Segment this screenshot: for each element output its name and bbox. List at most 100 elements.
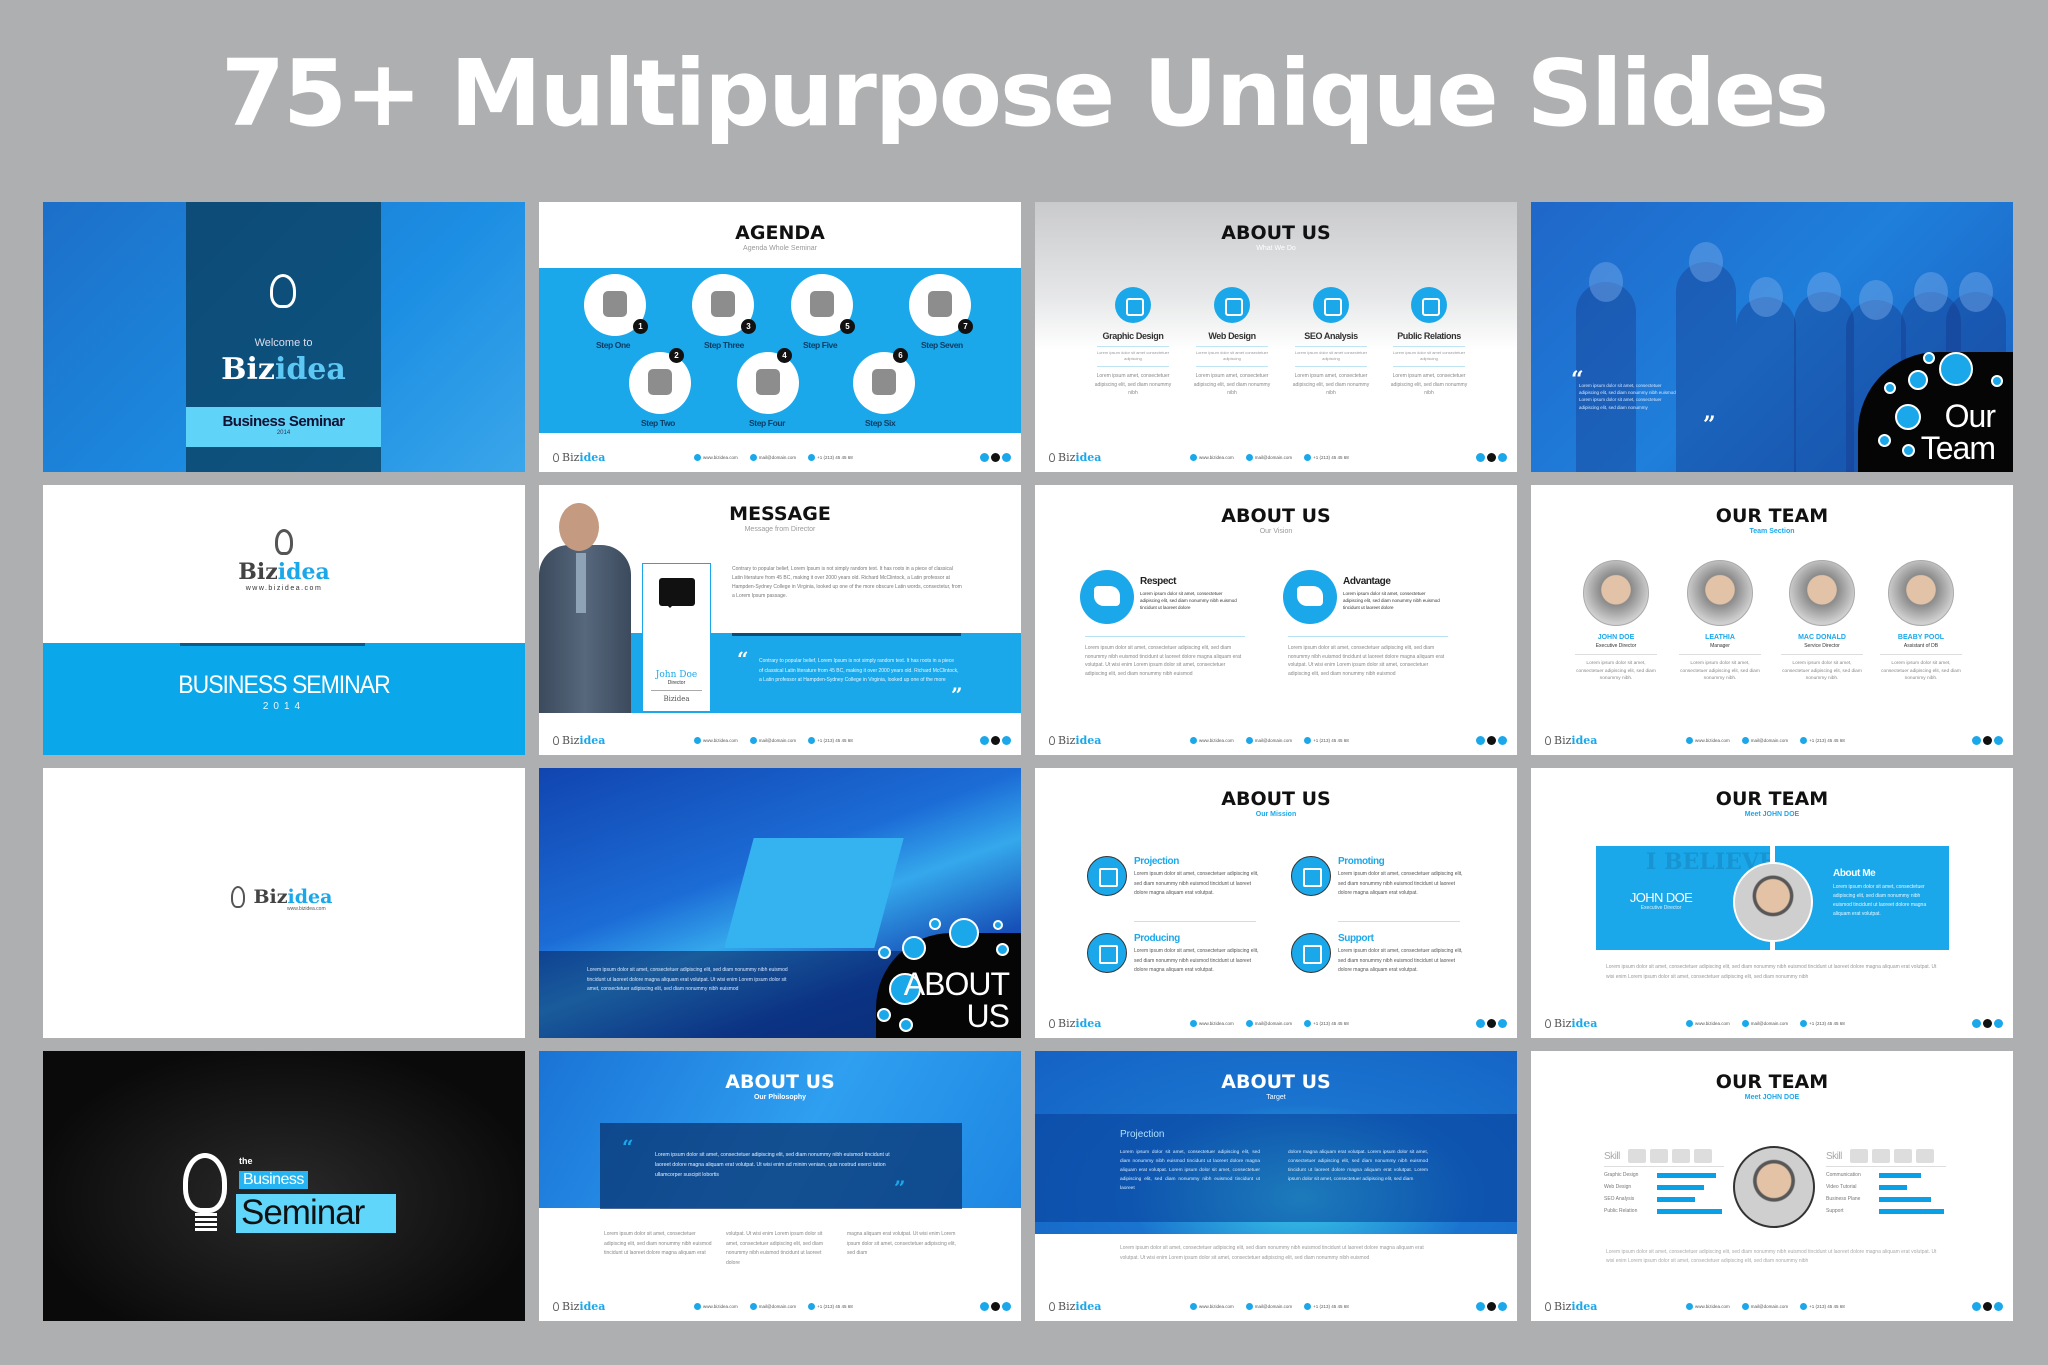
linkedin-icon[interactable] [1983, 1302, 1992, 1311]
slide-title: OUR TEAM [1715, 788, 1829, 810]
year: 2014 [276, 430, 291, 436]
twitter-icon[interactable] [1994, 1302, 2003, 1311]
phone-number: +1 (213) 45 45 68 [1800, 1303, 1845, 1310]
facebook-icon[interactable] [1476, 453, 1485, 462]
linkedin-icon[interactable] [1983, 736, 1992, 745]
twitter-icon[interactable] [1002, 1302, 1011, 1311]
twitter-icon[interactable] [1498, 736, 1507, 745]
slide-skills[interactable]: OUR TEAM Meet JOHN DOE Skill Graphic Desi… [1531, 1051, 2013, 1321]
agenda-step[interactable]: 1 [584, 274, 648, 336]
step-label: Step Two [641, 418, 675, 428]
footer-logo: Bizidea [553, 451, 605, 464]
facebook-icon[interactable] [980, 1302, 989, 1311]
facebook-icon[interactable] [1476, 1019, 1485, 1028]
slide-welcome[interactable]: Welcome to Bizidea Business Seminar 2014 [43, 202, 525, 472]
facebook-icon[interactable] [1476, 736, 1485, 745]
email-link[interactable]: mail@domain.com [1742, 1020, 1788, 1027]
twitter-icon[interactable] [1498, 1302, 1507, 1311]
team-member[interactable]: LEATHIA Manager Lorem ipsum dolor sit amet… [1679, 560, 1761, 683]
website-link[interactable]: www.bizidea.com [694, 737, 738, 744]
plug-icon [603, 291, 627, 317]
website-link[interactable]: www.bizidea.com [1686, 1303, 1730, 1310]
website-link[interactable]: www.bizidea.com [1686, 1020, 1730, 1027]
facebook-icon[interactable] [1972, 1019, 1981, 1028]
facebook-icon[interactable] [1972, 736, 1981, 745]
member-role: Service Director [1804, 643, 1840, 649]
team-member[interactable]: MAC DONALD Service Director Lorem ipsum do… [1781, 560, 1863, 683]
linkedin-icon[interactable] [991, 1302, 1000, 1311]
twitter-icon[interactable] [1994, 1019, 2003, 1028]
divider [1393, 346, 1465, 347]
agenda-step[interactable]: 7 [909, 274, 973, 336]
slide-our-team-photo[interactable]: “ Lorem ipsum dolor sit amet, consectetu… [1531, 202, 2013, 472]
website-link[interactable]: www.bizidea.com [1190, 737, 1234, 744]
welcome-text: Welcome to [254, 337, 313, 349]
slide-message[interactable]: MESSAGE Message from Director John Doe D… [539, 485, 1021, 755]
email-link[interactable]: mail@domain.com [1246, 454, 1292, 461]
linkedin-icon[interactable] [991, 453, 1000, 462]
email-link[interactable]: mail@domain.com [1742, 1303, 1788, 1310]
body-text: Lorem ipsum dolor sit amet, consectetuer… [1606, 964, 1937, 980]
twitter-icon[interactable] [1002, 453, 1011, 462]
team-member[interactable]: JOHN DOE Executive Director Lorem ipsum do… [1575, 560, 1657, 683]
quote-text: Lorem ipsum dolor sit amet, consectetuer… [1579, 383, 1676, 410]
quote-text: Lorem ipsum dolor sit amet, consectetuer… [655, 1152, 890, 1178]
slide-about-vision[interactable]: ABOUT US Our Vision Respect Lorem ipsum d… [1035, 485, 1517, 755]
linkedin-icon[interactable] [1487, 1302, 1496, 1311]
email-link[interactable]: mail@domain.com [750, 1303, 796, 1310]
facebook-icon[interactable] [1972, 1302, 1981, 1311]
slide-agenda[interactable]: AGENDA Agenda Whole Seminar 1 Step One 2 St… [539, 202, 1021, 472]
agenda-step[interactable]: 4 [737, 348, 799, 414]
website-link[interactable]: www.bizidea.com [1190, 454, 1234, 461]
facebook-icon[interactable] [980, 453, 989, 462]
member-name: MAC DONALD [1798, 634, 1846, 641]
email-link[interactable]: mail@domain.com [1246, 737, 1292, 744]
linkedin-icon[interactable] [1487, 453, 1496, 462]
brand-logo: Bizidea www.bizidea.com [43, 529, 525, 592]
slide-subtitle: Meet JOHN DOE [1744, 811, 1800, 818]
twitter-icon[interactable] [1002, 736, 1011, 745]
website-link[interactable]: www.bizidea.com [1190, 1020, 1234, 1027]
slide-team-section[interactable]: OUR TEAM Team Section JOHN DOE Executive … [1531, 485, 2013, 755]
slide-meet-john[interactable]: OUR TEAM Meet JOHN DOE I BELIEVE IN DESI… [1531, 768, 2013, 1038]
divider [1393, 366, 1465, 368]
team-member[interactable]: BEABY POOL Assistant of DB Lorem ipsum dol… [1880, 560, 1962, 683]
slide-about-philosophy[interactable]: ABOUT US Our Philosophy “ Lorem ipsum do… [539, 1051, 1021, 1321]
skill-bar [1879, 1196, 1944, 1202]
twitter-icon[interactable] [1498, 453, 1507, 462]
agenda-step[interactable]: 3 [692, 274, 756, 336]
agenda-step[interactable]: 2 [629, 348, 691, 414]
linkedin-icon[interactable] [991, 736, 1000, 745]
facebook-icon[interactable] [1476, 1302, 1485, 1311]
email-link[interactable]: mail@domain.com [1742, 737, 1788, 744]
facebook-icon[interactable] [980, 736, 989, 745]
slide-about-city[interactable]: Lorem ipsum dolor sit amet, consectetuer… [539, 768, 1021, 1038]
slide-about-mission[interactable]: ABOUT US Our Mission Projection Lorem ips… [1035, 768, 1517, 1038]
rocket-icon [877, 1008, 891, 1022]
team-face [1689, 242, 1723, 282]
agenda-step[interactable]: 5 [791, 274, 855, 336]
linkedin-icon[interactable] [1487, 1019, 1496, 1028]
slide-logo[interactable]: Bizidea www.bizidea.com [43, 768, 525, 1038]
web-design-icon [1214, 287, 1250, 323]
slide-dark-seminar[interactable]: the Business Seminar [43, 1051, 525, 1321]
linkedin-icon[interactable] [1983, 1019, 1992, 1028]
linkedin-icon[interactable] [1487, 736, 1496, 745]
twitter-icon[interactable] [1498, 1019, 1507, 1028]
member-bio: Lorem ipsum dolor sit amet, consectetuer… [1576, 661, 1656, 682]
email-link[interactable]: mail@domain.com [750, 454, 796, 461]
step-label: Step Six [865, 418, 896, 428]
slide-about-what-we-do[interactable]: ABOUT US What We Do Graphic Design Lorem … [1035, 202, 1517, 472]
website-link[interactable]: www.bizidea.com [1686, 737, 1730, 744]
website-link[interactable]: www.bizidea.com [1190, 1303, 1234, 1310]
website-link[interactable]: www.bizidea.com [694, 1303, 738, 1310]
email-link[interactable]: mail@domain.com [750, 737, 796, 744]
email-link[interactable]: mail@domain.com [1246, 1303, 1292, 1310]
slide-about-target[interactable]: ABOUT US Target Projection Lorem ipsum d… [1035, 1051, 1517, 1321]
gear-icon [996, 943, 1009, 956]
twitter-icon[interactable] [1994, 736, 2003, 745]
website-link[interactable]: www.bizidea.com [694, 454, 738, 461]
email-link[interactable]: mail@domain.com [1246, 1020, 1292, 1027]
slide-business-seminar[interactable]: Bizidea www.bizidea.com BUSINESS SEMINAR… [43, 485, 525, 755]
agenda-step[interactable]: 6 [853, 348, 915, 414]
